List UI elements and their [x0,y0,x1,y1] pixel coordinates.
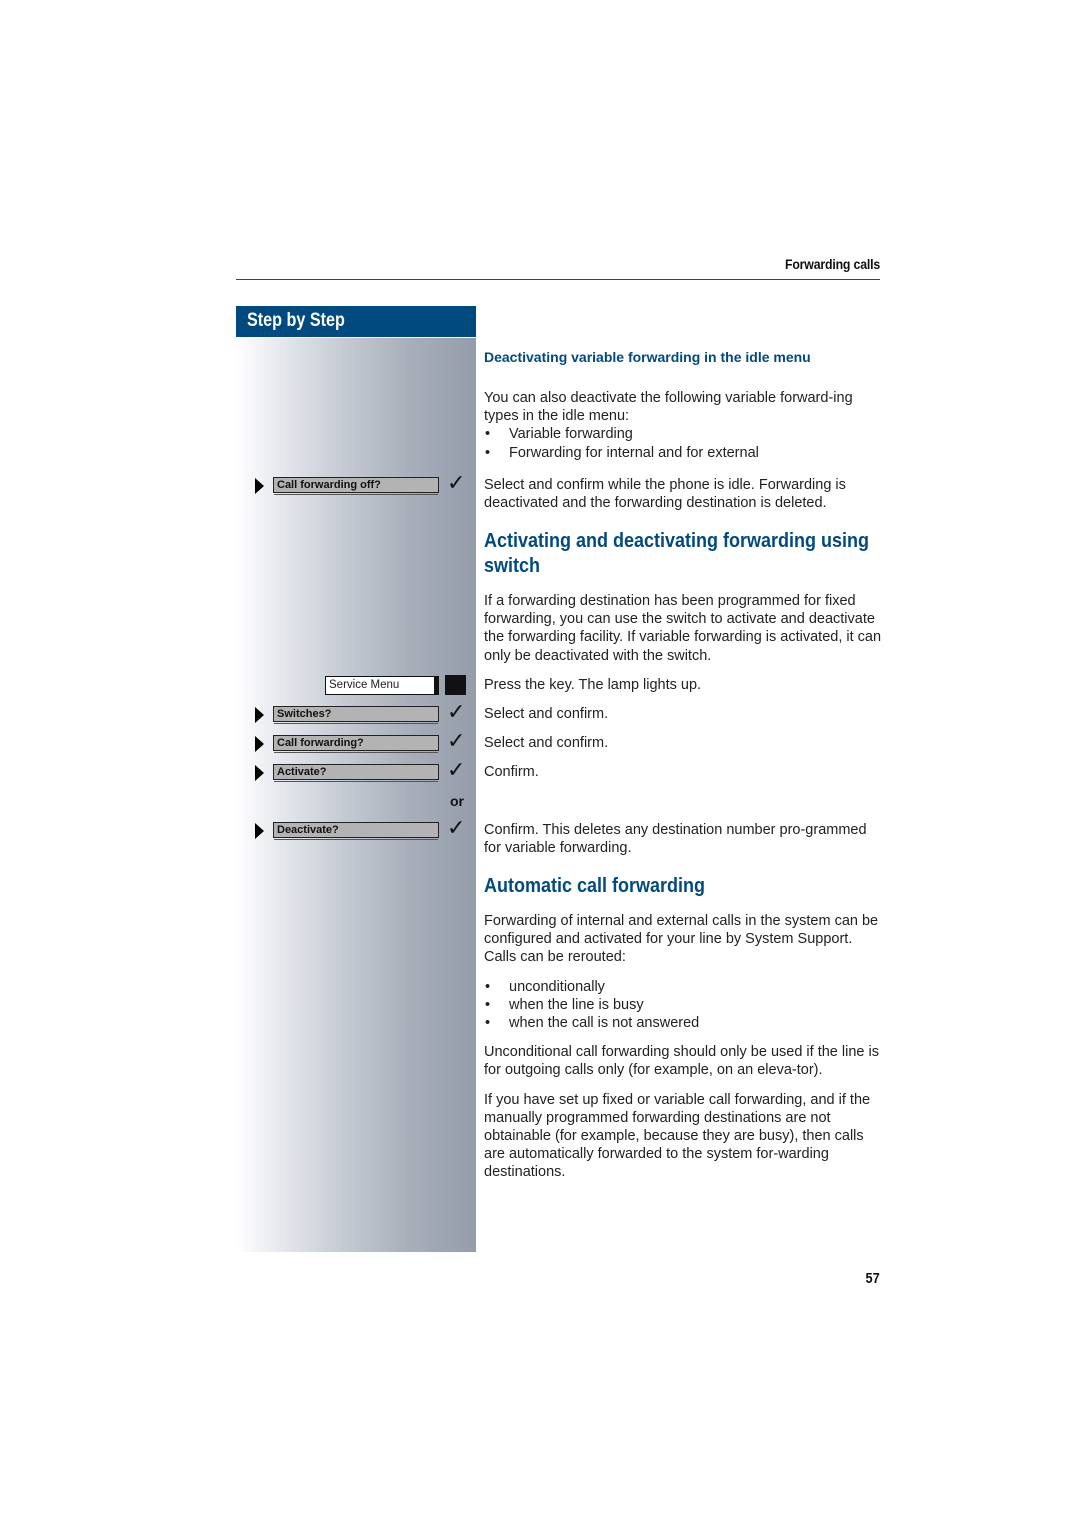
section-header-title: Forwarding calls [784,256,880,272]
or-label: or [450,793,464,809]
idle-menu-step: Select and confirm while the phone is id… [484,476,884,512]
checkmark-icon[interactable]: ✓ [447,760,465,782]
automatic-intro: Forwarding of internal and external call… [484,913,879,966]
step-by-step-banner: Step by Step [236,306,476,338]
idle-menu-body: You can also deactivate the following va… [484,389,884,462]
step-by-step-sidebar: Step by Step Call forwarding off? ✓ Serv… [236,306,476,1252]
list-item: when the line is busy [484,996,884,1014]
list-item: Forwarding for internal and for external [484,444,884,462]
switch-step-5: Confirm. This deletes any destination nu… [484,821,884,857]
step-text: Select and confirm. [484,735,609,751]
triangle-right-icon [255,765,264,781]
checkmark-icon[interactable]: ✓ [447,702,465,724]
switch-step-2: Select and confirm. [484,705,884,723]
triangle-right-icon [255,823,264,839]
triangle-right-icon [255,707,264,723]
display-option[interactable]: Call forwarding? [273,735,439,753]
idle-menu-heading: Deactivating variable forwarding in the … [484,349,811,365]
checkmark-icon[interactable]: ✓ [447,731,465,753]
step-text: Confirm. This deletes any destination nu… [484,822,867,857]
step-row-activate: Activate? ✓ [236,760,476,784]
step-text: Confirm. [484,764,539,780]
display-option[interactable]: Activate? [273,764,439,782]
list-item: Variable forwarding [484,425,884,443]
step-text: Select and confirm. [484,706,609,722]
list-item: unconditionally [484,978,884,996]
idle-menu-intro: You can also deactivate the following va… [484,390,853,425]
step-row-deactivate: Deactivate? ✓ [236,818,476,842]
step-row-switches: Switches? ✓ [236,702,476,726]
switch-step-1: Press the key. The lamp lights up. [484,676,884,694]
display-option[interactable]: Call forwarding off? [273,477,439,495]
page-number: 57 [865,1270,880,1287]
service-menu-key[interactable] [445,675,466,695]
switch-intro: If a forwarding destination has been pro… [484,593,882,664]
checkmark-icon[interactable]: ✓ [447,473,465,495]
automatic-para-2: If you have set up fixed or variable cal… [484,1091,871,1181]
header-divider [236,279,880,280]
switch-heading: Activating and deactivating forwarding u… [484,530,870,577]
list-item: when the call is not answered [484,1014,884,1032]
idle-menu-step-text: Select and confirm while the phone is id… [484,477,846,512]
service-menu-key-label[interactable]: Service Menu [325,676,439,695]
triangle-right-icon [255,736,264,752]
display-option[interactable]: Switches? [273,706,439,724]
switch-intro-block: If a forwarding destination has been pro… [484,592,884,665]
step-row-call-forwarding-off: Call forwarding off? ✓ [236,473,476,497]
automatic-heading: Automatic call forwarding [484,875,706,897]
step-text: Press the key. The lamp lights up. [484,677,702,693]
switch-step-4: Confirm. [484,763,884,781]
switch-step-3: Select and confirm. [484,734,884,752]
triangle-right-icon [255,478,264,494]
display-option[interactable]: Deactivate? [273,822,439,840]
banner-title: Step by Step [247,310,345,331]
automatic-para-1: Unconditional call forwarding should onl… [484,1044,879,1079]
automatic-body: Forwarding of internal and external call… [484,912,884,1182]
step-row-call-forwarding: Call forwarding? ✓ [236,731,476,755]
checkmark-icon[interactable]: ✓ [447,818,465,840]
